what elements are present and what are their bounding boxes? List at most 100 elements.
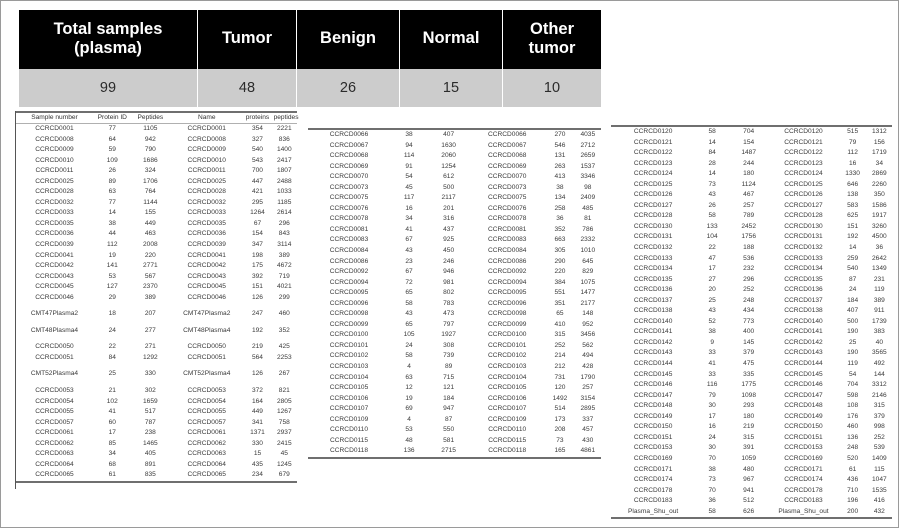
cell-proteins: 258 <box>554 204 566 212</box>
table-row[interactable]: CCRCD0063 34 405 CCRCD0063 15 45 <box>15 449 297 460</box>
table-row[interactable]: CCRCD0146 116 1775 CCRCD0146 704 3312 <box>611 380 892 391</box>
table-row[interactable]: CCRCD0115 48 581 CCRCD0115 73 430 <box>308 436 601 447</box>
table-row[interactable]: CCRCD0073 45 500 CCRCD0073 38 98 <box>308 183 601 194</box>
table-row[interactable]: CCRCD0150 16 219 CCRCD0150 460 998 <box>611 422 892 433</box>
table-row[interactable]: CCRCD0171 38 480 CCRCD0171 61 115 <box>611 465 892 476</box>
table-row[interactable]: CCRCD0061 17 238 CCRCD0061 1371 2937 <box>15 428 297 439</box>
table-row[interactable]: CCRCD0086 23 246 CCRCD0086 290 645 <box>308 257 601 268</box>
table-row[interactable]: CCRCD0132 22 188 CCRCD0132 14 36 <box>611 243 892 254</box>
table-row[interactable]: CCRCD0107 69 947 CCRCD0107 514 2895 <box>308 404 601 415</box>
table-row[interactable]: CCRCD0120 58 704 CCRCD0120 515 1312 <box>611 127 892 138</box>
table-row[interactable]: CCRCD0174 73 967 CCRCD0174 436 1047 <box>611 475 892 486</box>
table-row[interactable]: CCRCD0136 20 252 CCRCD0136 24 119 <box>611 285 892 296</box>
cell-proteins: 79 <box>848 138 857 146</box>
table-row[interactable]: CCRCD0151 24 315 CCRCD0151 136 252 <box>611 433 892 444</box>
table-row[interactable]: CCRCD0144 41 475 CCRCD0144 119 492 <box>611 359 892 370</box>
table-row[interactable]: CCRCD0140 52 773 CCRCD0140 500 1739 <box>611 317 892 328</box>
table-row[interactable]: CCRCD0075 117 2117 CCRCD0075 134 2409 <box>308 193 601 204</box>
table-row[interactable]: CCRCD0042 141 2771 CCRCD0042 175 4672 <box>15 261 297 272</box>
table-row[interactable]: CCRCD0137 25 248 CCRCD0137 184 389 <box>611 296 892 307</box>
table-row[interactable]: CCRCD0138 43 434 CCRCD0138 407 911 <box>611 306 892 317</box>
table-row[interactable]: CCRCD0084 43 450 CCRCD0084 305 1010 <box>308 246 601 257</box>
table-row[interactable]: CCRCD0078 34 316 CCRCD0078 36 81 <box>308 214 601 225</box>
table-row[interactable]: CCRCD0122 84 1487 CCRCD0122 112 1719 <box>611 148 892 159</box>
table-row[interactable]: CCRCD0039 112 2008 CCRCD0039 347 3114 <box>15 240 297 251</box>
table-row[interactable]: CCRCD0149 17 180 CCRCD0149 176 379 <box>611 412 892 423</box>
table-row[interactable]: CCRCD0130 133 2452 CCRCD0130 151 3260 <box>611 222 892 233</box>
table-row[interactable]: CCRCD0094 72 981 CCRCD0094 384 1075 <box>308 278 601 289</box>
table-row[interactable]: CCRCD0134 17 232 CCRCD0134 540 1349 <box>611 264 892 275</box>
table-row[interactable]: CCRCD0050 22 271 CCRCD0050 219 425 <box>15 342 297 353</box>
table-row[interactable]: CCRCD0025 89 1706 CCRCD0025 447 2488 <box>15 177 297 188</box>
table-row[interactable]: CCRCD0092 67 946 CCRCD0092 220 829 <box>308 267 601 278</box>
table-row[interactable]: CCRCD0106 19 184 CCRCD0106 1492 3154 <box>308 394 601 405</box>
table-row[interactable]: CCRCD0057 60 787 CCRCD0057 341 758 <box>15 418 297 429</box>
table-row[interactable]: CCRCD0070 54 612 CCRCD0070 413 3346 <box>308 172 601 183</box>
cell-name: CCRCD0115 <box>488 436 527 444</box>
table-row[interactable]: CCRCD0045 127 2370 CCRCD0045 151 4021 <box>15 282 297 293</box>
table-row[interactable]: CCRCD0121 14 154 CCRCD0121 79 156 <box>611 138 892 149</box>
table-row[interactable]: CCRCD0033 14 155 CCRCD0033 1264 2614 <box>15 208 297 219</box>
table-row[interactable]: CCRCD0133 47 536 CCRCD0133 259 2642 <box>611 254 892 265</box>
table-row[interactable]: CCRCD0169 70 1059 CCRCD0169 520 1409 <box>611 454 892 465</box>
table-row[interactable]: CCRCD0127 26 257 CCRCD0127 583 1586 <box>611 201 892 212</box>
table-row[interactable]: CCRCD0143 33 379 CCRCD0143 190 3565 <box>611 348 892 359</box>
table-row[interactable]: CCRCD0041 19 220 CCRCD0041 198 389 <box>15 251 297 262</box>
table-row[interactable]: CCRCD0096 58 783 CCRCD0096 351 2177 <box>308 299 601 310</box>
table-row[interactable]: CCRCD0131 104 1756 CCRCD0131 192 4500 <box>611 232 892 243</box>
table-row[interactable]: CCRCD0125 73 1124 CCRCD0125 646 2260 <box>611 180 892 191</box>
table-row[interactable]: CCRCD0098 43 473 CCRCD0098 65 148 <box>308 309 601 320</box>
table-row[interactable]: CCRCD0126 43 467 CCRCD0126 138 350 <box>611 190 892 201</box>
table-row[interactable]: CCRCD0103 4 89 CCRCD0103 212 428 <box>308 362 601 373</box>
table-row[interactable]: CCRCD0055 41 517 CCRCD0055 449 1267 <box>15 407 297 418</box>
table-row[interactable]: CCRCD0145 33 335 CCRCD0145 54 144 <box>611 370 892 381</box>
table-row[interactable]: CCRCD0100 105 1927 CCRCD0100 315 3456 <box>308 330 601 341</box>
table-row[interactable]: CCRCD0118 136 2715 CCRCD0118 165 4861 <box>308 446 601 457</box>
cell-proteins: 259 <box>847 254 859 262</box>
table-row[interactable]: CCRCD0083 67 925 CCRCD0083 663 2332 <box>308 235 601 246</box>
table-row[interactable]: CCRCD0043 53 567 CCRCD0043 392 719 <box>15 272 297 283</box>
table-row[interactable]: CCRCD0123 28 244 CCRCD0123 16 34 <box>611 159 892 170</box>
table-row[interactable]: CCRCD0068 114 2060 CCRCD0068 131 2659 <box>308 151 601 162</box>
table-row[interactable]: CCRCD0028 63 764 CCRCD0028 421 1033 <box>15 187 297 198</box>
table-row[interactable]: CCRCD0066 38 407 CCRCD0066 270 4035 <box>308 130 601 141</box>
cell-sample-number: CCRCD0145 <box>633 370 673 378</box>
table-row[interactable]: CCRCD0104 63 715 CCRCD0104 731 1790 <box>308 373 601 384</box>
table-row[interactable]: CCRCD0032 77 1144 CCRCD0032 295 1185 <box>15 198 297 209</box>
table-row[interactable]: CCRCD0142 9 145 CCRCD0142 25 40 <box>611 338 892 349</box>
table-row[interactable]: CCRCD0010 109 1686 CCRCD0010 543 2417 <box>15 156 297 167</box>
table-row[interactable]: CCRCD0141 38 400 CCRCD0141 190 383 <box>611 327 892 338</box>
table-row[interactable]: CCRCD0008 64 942 CCRCD0008 327 836 <box>15 135 297 146</box>
table-row[interactable]: CCRCD0064 68 891 CCRCD0064 435 1245 <box>15 460 297 471</box>
table-row[interactable]: CCRCD0105 12 121 CCRCD0105 120 257 <box>308 383 601 394</box>
table-row[interactable]: CCRCD0062 85 1465 CCRCD0062 330 2415 <box>15 439 297 450</box>
table-row[interactable]: CCRCD0124 14 180 CCRCD0124 1330 2869 <box>611 169 892 180</box>
table-row[interactable]: CCRCD0178 70 941 CCRCD0178 710 1535 <box>611 486 892 497</box>
table-row[interactable]: CCRCD0011 26 324 CCRCD0011 700 1807 <box>15 166 297 177</box>
table-row[interactable]: CCRCD0183 36 512 CCRCD0183 196 416 <box>611 496 892 507</box>
table-row[interactable]: CCRCD0076 16 201 CCRCD0076 258 485 <box>308 204 601 215</box>
table-row[interactable]: CCRCD0147 79 1098 CCRCD0147 598 2146 <box>611 391 892 402</box>
table-row[interactable]: CCRCD0135 27 296 CCRCD0135 87 231 <box>611 275 892 286</box>
table-row[interactable]: CCRCD0095 65 802 CCRCD0095 551 1477 <box>308 288 601 299</box>
table-row[interactable]: CCRCD0053 21 302 CCRCD0053 372 821 <box>15 386 297 397</box>
table-row[interactable]: CCRCD0153 30 391 CCRCD0153 248 539 <box>611 443 892 454</box>
table-row[interactable]: CCRCD0110 53 550 CCRCD0110 208 457 <box>308 425 601 436</box>
table-row[interactable]: Plasma_Shu_out 58 626 Plasma_Shu_out 200 432 <box>611 507 892 518</box>
table-row[interactable]: CCRCD0035 38 449 CCRCD0035 67 296 <box>15 219 297 230</box>
table-row[interactable]: CCRCD0069 91 1254 CCRCD0069 263 1537 <box>308 162 601 173</box>
table-row[interactable]: CCRCD0009 59 790 CCRCD0009 540 1400 <box>15 145 297 156</box>
table-row[interactable]: CCRCD0099 65 797 CCRCD0099 410 952 <box>308 320 601 331</box>
table-row[interactable]: CCRCD0101 24 308 CCRCD0101 252 562 <box>308 341 601 352</box>
table-row[interactable]: CCRCD0148 30 293 CCRCD0148 108 315 <box>611 401 892 412</box>
table-row[interactable]: CCRCD0109 4 87 CCRCD0109 173 337 <box>308 415 601 426</box>
table-row[interactable]: CCRCD0036 44 463 CCRCD0036 154 843 <box>15 229 297 240</box>
cell-sample-number: CCRCD0138 <box>633 307 673 315</box>
table-row[interactable]: CCRCD0081 41 437 CCRCD0081 352 786 <box>308 225 601 236</box>
table-row[interactable]: CCRCD0054 102 1659 CCRCD0054 164 2805 <box>15 397 297 408</box>
table-row[interactable]: CCRCD0067 94 1630 CCRCD0067 546 2712 <box>308 141 601 152</box>
table-row[interactable]: CCRCD0065 61 835 CCRCD0065 234 679 <box>15 470 297 481</box>
table-row[interactable]: CCRCD0001 77 1105 CCRCD0001 354 2221 <box>15 124 297 135</box>
table-row[interactable]: CCRCD0128 58 789 CCRCD0128 625 1917 <box>611 211 892 222</box>
table-row[interactable]: CCRCD0102 58 739 CCRCD0102 214 494 <box>308 351 601 362</box>
